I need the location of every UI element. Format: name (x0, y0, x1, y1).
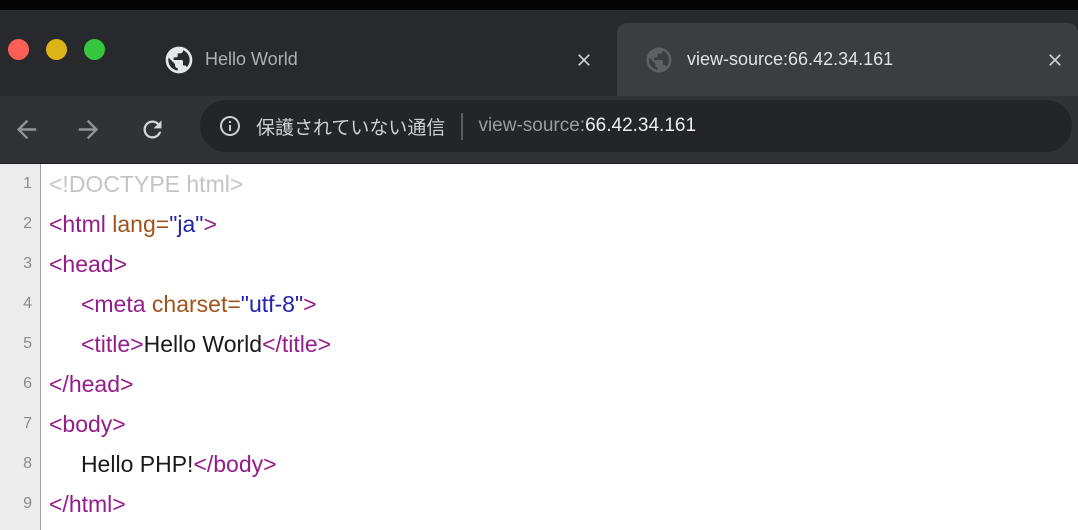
code-line: <meta charset="utf-8"> (41, 291, 317, 318)
url-scheme: view-source: (478, 115, 585, 136)
tab-close-icon[interactable] (1044, 49, 1066, 71)
code-token: </body> (193, 451, 276, 477)
url-host: 66.42.34.161 (585, 115, 696, 136)
globe-icon (163, 44, 195, 76)
line-number: 7 (0, 415, 41, 433)
line-number: 1 (0, 175, 41, 193)
globe-icon (643, 44, 675, 76)
omnibox-url: view-source:66.42.34.161 (478, 115, 696, 137)
source-line: 5 <title>Hello World</title> (0, 324, 1078, 364)
line-number: 5 (0, 335, 41, 353)
window-top-bar (0, 0, 1078, 10)
browser-window: Hello World view-source:66.42.34.161 (0, 0, 1078, 530)
window-zoom-button[interactable] (84, 39, 105, 60)
code-token: </head> (49, 371, 133, 397)
toolbar: 保護されていない通信 view-source:66.42.34.161 (0, 96, 1078, 164)
security-label: 保護されていない通信 (256, 113, 445, 140)
tab-title: view-source:66.42.34.161 (687, 49, 893, 70)
code-line: Hello PHP!</body> (41, 451, 277, 478)
code-token: > (203, 211, 216, 237)
line-number: 6 (0, 375, 41, 393)
source-line: 7 <body> (0, 404, 1078, 444)
code-line: <title>Hello World</title> (41, 331, 331, 358)
line-number: 8 (0, 455, 41, 473)
code-token: </html> (49, 491, 126, 517)
code-token (49, 331, 81, 357)
info-icon[interactable] (218, 114, 242, 138)
line-number: 9 (0, 495, 41, 513)
code-token: <!DOCTYPE html> (49, 171, 243, 197)
tab-strip: Hello World view-source:66.42.34.161 (0, 10, 1078, 96)
tab-close-icon[interactable] (573, 49, 595, 71)
window-close-button[interactable] (8, 39, 29, 60)
code-token: <title> (81, 331, 144, 357)
source-line: 8 Hello PHP!</body> (0, 444, 1078, 484)
forward-button[interactable] (68, 109, 108, 149)
line-number: 4 (0, 295, 41, 313)
reload-button[interactable] (132, 109, 172, 149)
code-line: <html lang="ja"> (41, 211, 217, 238)
source-line: 2<html lang="ja"> (0, 204, 1078, 244)
code-token: <meta (81, 291, 152, 317)
window-minimize-button[interactable] (46, 39, 67, 60)
forward-arrow-icon (74, 115, 103, 144)
source-lines: 1<!DOCTYPE html>2<html lang="ja">3<head>… (0, 164, 1078, 524)
code-token: Hello World (144, 331, 262, 357)
code-token: <head> (49, 251, 127, 277)
view-source-content: 1<!DOCTYPE html>2<html lang="ja">3<head>… (0, 164, 1078, 530)
code-line: <!DOCTYPE html> (41, 171, 243, 198)
tab-hello-world[interactable]: Hello World (140, 23, 612, 96)
code-token: "ja" (169, 211, 203, 237)
line-number: 3 (0, 255, 41, 273)
traffic-lights (8, 39, 105, 60)
code-token: "utf-8" (241, 291, 303, 317)
code-token: </title> (262, 331, 331, 357)
code-line: </html> (41, 491, 126, 518)
line-number: 2 (0, 215, 41, 233)
source-line: 6 </head> (0, 364, 1078, 404)
source-line: 3 <head> (0, 244, 1078, 284)
code-token: Hello PHP! (49, 451, 193, 477)
reload-icon (139, 116, 166, 143)
source-line: 4 <meta charset="utf-8"> (0, 284, 1078, 324)
tab-view-source[interactable]: view-source:66.42.34.161 (617, 23, 1078, 96)
code-line: <body> (41, 411, 126, 438)
code-token: <html (49, 211, 112, 237)
back-arrow-icon (12, 115, 41, 144)
code-token: <body> (49, 411, 126, 437)
code-token: lang= (112, 211, 169, 237)
source-line: 1 <!DOCTYPE html> (0, 164, 1078, 204)
omnibox-separator (461, 113, 463, 140)
tab-title: Hello World (205, 49, 298, 70)
code-token: charset= (152, 291, 241, 317)
code-line: <head> (41, 251, 127, 278)
source-line: 9 </html> (0, 484, 1078, 524)
omnibox[interactable]: 保護されていない通信 view-source:66.42.34.161 (200, 100, 1072, 152)
back-button[interactable] (6, 109, 46, 149)
code-token (49, 291, 81, 317)
code-token: > (303, 291, 316, 317)
code-line: </head> (41, 371, 133, 398)
